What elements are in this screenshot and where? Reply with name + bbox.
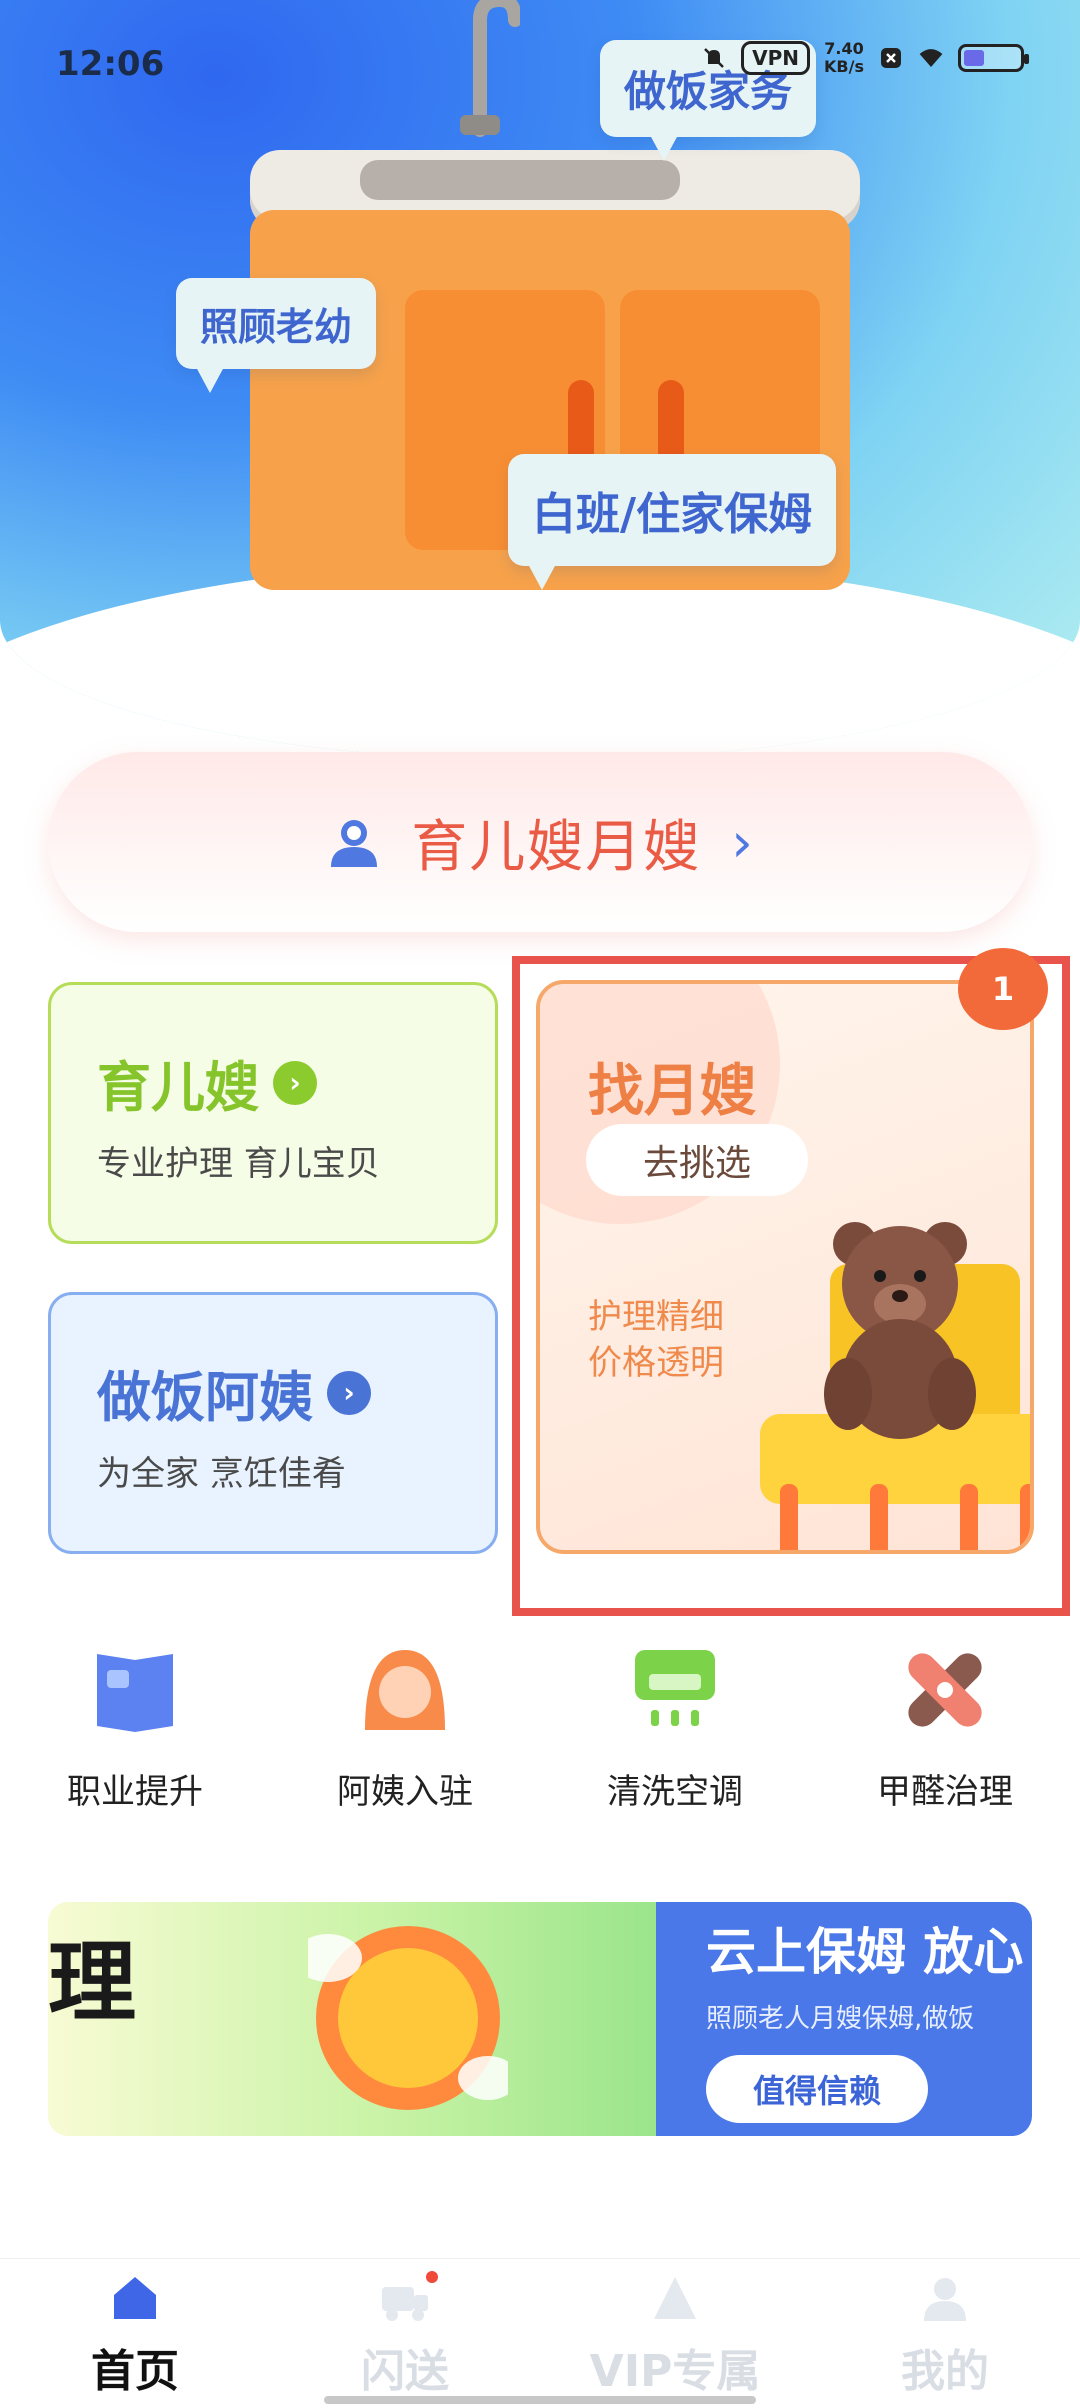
banner-title: 云上保姆 放心: [706, 1923, 1024, 1981]
service-career-upgrade[interactable]: 职业提升: [0, 1640, 270, 1840]
arrow-right-circle-icon: ›: [273, 1060, 317, 1105]
status-time: 12:06: [56, 44, 165, 84]
home-icon: [108, 2271, 162, 2325]
net-speed-unit: KB/s: [824, 57, 864, 76]
net-speed-value: 7.40: [824, 39, 864, 58]
notification-dot: [426, 2271, 438, 2283]
battery-icon: [958, 44, 1029, 72]
bubble-care-elderly-children: 照顾老幼: [176, 278, 377, 393]
desc-line-2: 价格透明: [588, 1343, 724, 1383]
banner-right: 云上保姆 放心 照顾老人月嫂保姆,做饭 值得信赖: [656, 1902, 1032, 2136]
banner-subtitle: 照顾老人月嫂保姆,做饭: [706, 2004, 975, 2034]
air-conditioner-icon: [625, 1640, 725, 1740]
service-formaldehyde-treatment[interactable]: 甲醛治理: [810, 1640, 1080, 1840]
service-ac-cleaning[interactable]: 清洗空调: [540, 1640, 810, 1840]
truck-icon: [378, 2271, 432, 2325]
desc-line-1: 护理精细: [588, 1297, 724, 1337]
quick-services: 职业提升 阿姨入驻 清洗空调 甲醛治理: [0, 1640, 1080, 1840]
nav-vip[interactable]: VIP专属: [540, 2259, 810, 2408]
service-label: 职业提升: [67, 1772, 203, 1812]
book-icon: [85, 1640, 185, 1740]
chevron-right-icon: ›: [731, 810, 753, 874]
promo-banner[interactable]: 理 云上保姆 放心 照顾老人月嫂保姆,做饭 值得信赖: [48, 1902, 1032, 2136]
service-label: 清洗空调: [607, 1772, 743, 1812]
wifi-icon: [918, 45, 944, 71]
nav-label: VIP专属: [589, 2346, 761, 2397]
status-bar: 12:06 VPN 7.40 KB/s: [0, 0, 1080, 120]
mute-icon: [701, 45, 727, 71]
vip-icon: [648, 2271, 702, 2325]
bubble-daytime-live-in-nanny: 白班/住家保姆: [508, 454, 837, 590]
sun-icon: [308, 1926, 508, 2110]
status-icons: VPN 7.40 KB/s: [701, 40, 1029, 76]
bandage-icon: [895, 1640, 995, 1740]
auntie-icon: [355, 1640, 455, 1740]
nanny-maternity-matron-entry[interactable]: 育儿嫂月嫂 ›: [48, 752, 1032, 932]
banner-left-text: 理: [48, 1931, 137, 2034]
pill-label: 育儿嫂月嫂: [411, 814, 702, 880]
card-yuesao-desc: 护理精细 价格透明: [588, 1294, 724, 1386]
card-nanny-subtitle: 专业护理 育儿宝贝: [97, 1144, 380, 1184]
card-cook-subtitle: 为全家 烹饪佳肴: [97, 1454, 346, 1494]
nav-home[interactable]: 首页: [0, 2259, 270, 2408]
close-box-icon: [878, 45, 904, 71]
arrow-right-circle-icon: ›: [327, 1370, 371, 1415]
card-nanny-title: 育儿嫂: [97, 1056, 259, 1119]
user-icon: [918, 2271, 972, 2325]
card-cook[interactable]: 做饭阿姨 › 为全家 烹饪佳肴: [48, 1292, 498, 1554]
net-speed: 7.40 KB/s: [824, 40, 864, 76]
card-find-maternity-matron[interactable]: 找月嫂 去挑选 护理精细 价格透明: [536, 980, 1034, 1554]
service-label: 阿姨入驻: [337, 1772, 473, 1812]
nav-mine[interactable]: 我的: [810, 2259, 1080, 2408]
vpn-badge: VPN: [741, 41, 811, 75]
card-yuesao-title: 找月嫂: [588, 1059, 756, 1124]
service-label: 甲醛治理: [877, 1772, 1013, 1812]
nav-label: 闪送: [361, 2346, 449, 2397]
teddy-bear-icon: [824, 1222, 976, 1439]
nav-label: 我的: [901, 2346, 989, 2397]
go-select-button[interactable]: 去挑选: [586, 1124, 808, 1196]
service-auntie-join[interactable]: 阿姨入驻: [270, 1640, 540, 1840]
nav-flash-delivery[interactable]: 闪送: [270, 2259, 540, 2408]
nav-label: 首页: [91, 2346, 179, 2397]
notification-badge: 1: [958, 948, 1048, 1030]
card-nanny[interactable]: 育儿嫂 › 专业护理 育儿宝贝: [48, 982, 498, 1244]
banner-left: 理: [48, 1902, 656, 2136]
person-icon: [331, 820, 378, 867]
home-indicator[interactable]: [324, 2396, 756, 2404]
card-cook-title: 做饭阿姨: [97, 1366, 313, 1429]
trustworthy-button[interactable]: 值得信赖: [706, 2055, 928, 2123]
bottom-nav: 首页 闪送 VIP专属 我的: [0, 2258, 1080, 2408]
